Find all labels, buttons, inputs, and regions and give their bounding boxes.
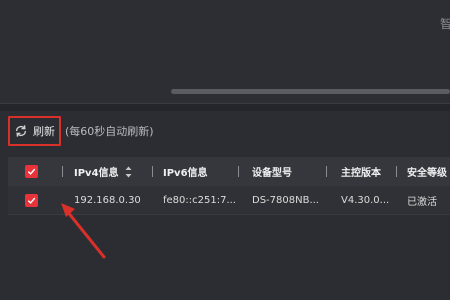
header-ipv6[interactable]: IPv6信息 [163,157,208,186]
header-model[interactable]: 设备型号 [252,157,292,186]
cell-ipv6: fe80::c251:7... [163,195,236,206]
header-ipv4[interactable]: IPv4信息 [74,157,132,186]
cell-security: 已激活 [407,197,437,208]
refresh-toolbar: 刷新 (每60秒自动刷新) [8,116,154,146]
column-divider [238,166,239,177]
sort-icon[interactable] [125,165,132,179]
column-divider [152,166,153,177]
row-checkbox[interactable] [25,194,38,207]
auto-refresh-note: (每60秒自动刷新) [65,125,154,138]
check-icon [27,168,36,175]
header-version[interactable]: 主控版本 [341,157,381,186]
annotation-arrow-icon [61,203,106,259]
check-icon [27,197,36,204]
select-all-cell [25,157,38,186]
table-header: IPv4信息 IPv6信息 设备型号 主控版本 安全等级 [8,157,450,186]
device-list-upper-panel: 智 [0,0,450,103]
panel-divider [0,103,450,111]
scrollbar-thumb[interactable] [171,89,450,94]
header-ipv4-label: IPv4信息 [74,168,119,179]
cell-version: V4.30.0... [341,195,390,206]
truncated-label: 智 [439,17,450,31]
refresh-icon [15,125,27,137]
cell-model: DS-7808NB... [252,195,319,206]
column-divider [396,166,397,177]
column-divider [326,166,327,177]
header-security[interactable]: 安全等级 [407,157,447,186]
row-select-cell [25,186,38,215]
refresh-label: 刷新 [33,125,55,138]
select-all-checkbox[interactable] [25,165,38,178]
refresh-button[interactable]: 刷新 [8,116,61,146]
column-divider [62,166,63,177]
